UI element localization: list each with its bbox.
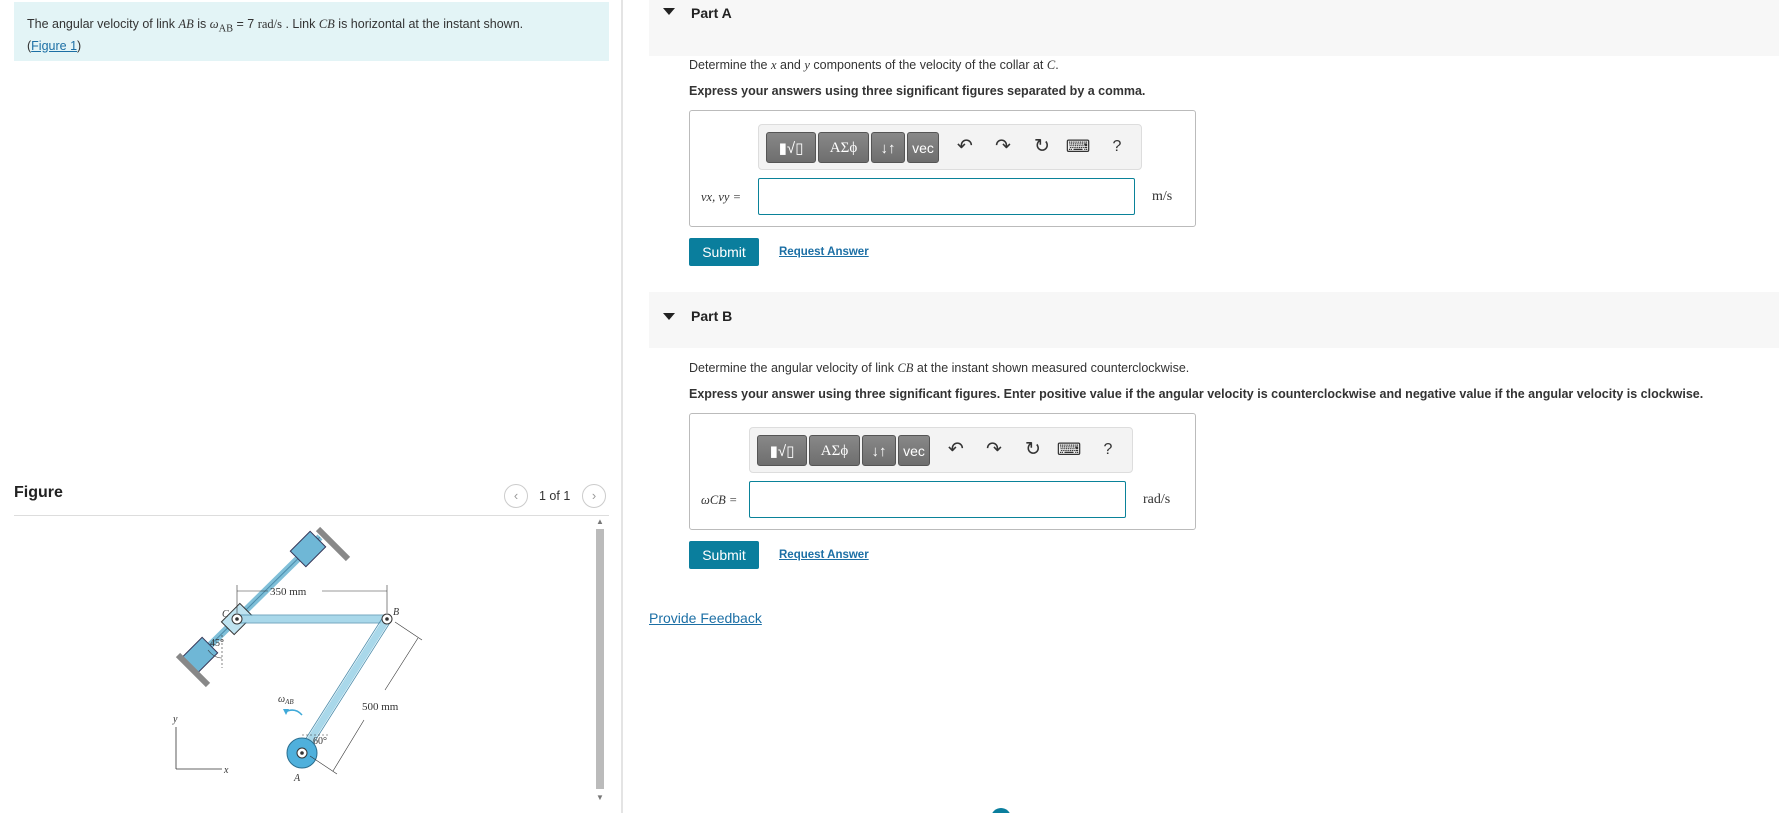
mechanism-figure: 350 mm 500 mm 45° 60° ωAB C B A y x [150,525,450,790]
part-a-math-toolbar: ▮√▯ ΑΣϕ ↓↑ vec ↶ ↷ ↻ ⌨ ? [758,124,1142,170]
part-a-request-answer-link[interactable]: Request Answer [779,246,869,258]
scroll-down-icon[interactable]: ▼ [594,793,606,803]
part-b-answer-input[interactable] [749,481,1126,518]
keyboard-icon[interactable]: ⌨ [1065,133,1091,161]
part-b-question: Determine the angular velocity of link C… [689,361,1190,375]
column-divider [621,0,623,813]
arrows-button[interactable]: ↓↑ [871,132,905,163]
part-a-header[interactable]: Part A [649,0,1779,56]
angle-45-label: 45° [210,638,224,649]
part-a-variable-label: vx, vy = [701,190,742,204]
part-b-header[interactable]: Part B [649,292,1779,348]
arrows-button[interactable]: ↓↑ [862,435,896,466]
dim-350-label: 350 mm [270,586,307,598]
part-b-unit: rad/s [1143,492,1171,507]
part-b-submit-button[interactable]: Submit [689,541,759,569]
caret-down-icon[interactable] [663,8,675,15]
help-icon[interactable]: ? [1095,436,1121,464]
caret-down-icon[interactable] [663,313,675,320]
reset-icon[interactable]: ↻ [1029,133,1055,161]
part-a-submit-button[interactable]: Submit [689,238,759,266]
provide-feedback-link[interactable]: Provide Feedback [649,610,762,626]
part-a-question: Determine the x and y components of the … [689,58,1059,72]
bottom-partial-element [991,808,1011,813]
point-a-label: A [293,773,301,784]
link-ab [299,617,390,755]
dim-500-label: 500 mm [362,701,399,713]
point-b-label: B [393,607,399,618]
part-b-math-toolbar: ▮√▯ ΑΣϕ ↓↑ vec ↶ ↷ ↻ ⌨ ? [749,427,1133,473]
figure-scrollbar[interactable]: ▲ ▼ [594,517,606,803]
scroll-up-icon[interactable]: ▲ [594,517,606,527]
redo-icon[interactable]: ↷ [990,133,1016,161]
vec-button[interactable]: vec [898,435,930,466]
redo-icon[interactable]: ↷ [981,436,1007,464]
part-a-instruction: Express your answers using three signifi… [689,84,1146,98]
point-c-label: C [222,609,229,620]
figure-link[interactable]: Figure 1 [31,39,77,53]
part-b-title: Part B [691,308,733,324]
omega-ab-label: ωAB [278,694,294,706]
reset-icon[interactable]: ↻ [1020,436,1046,464]
help-icon[interactable]: ? [1104,133,1130,161]
axis-y-label: y [172,714,178,725]
part-b-instruction: Express your answer using three signific… [689,387,1704,401]
angle-60-label: 60° [313,736,327,747]
templates-button[interactable]: ▮√▯ [757,435,807,466]
greek-button[interactable]: ΑΣϕ [818,132,869,163]
part-a-title: Part A [691,5,732,21]
part-a-answer-input[interactable] [758,178,1135,215]
axis-x-label: x [223,765,229,776]
mechanism-diagram: 350 mm 500 mm 45° 60° ωAB C B A y x [172,526,423,784]
undo-icon[interactable]: ↶ [952,133,978,161]
undo-icon[interactable]: ↶ [943,436,969,464]
vec-button[interactable]: vec [907,132,939,163]
part-b-answer-box: ▮√▯ ΑΣϕ ↓↑ vec ↶ ↷ ↻ ⌨ ? ωCB = rad/s [689,413,1196,530]
part-b-request-answer-link[interactable]: Request Answer [779,549,869,561]
figure-title: Figure [14,484,63,501]
keyboard-icon[interactable]: ⌨ [1056,436,1082,464]
next-figure-button[interactable]: › [582,484,606,508]
previous-figure-button[interactable]: ‹ [504,484,528,508]
scroll-thumb[interactable] [596,529,604,789]
templates-button[interactable]: ▮√▯ [766,132,816,163]
part-a-unit: m/s [1152,189,1173,204]
figure-header: Figure ‹ 1 of 1 › [14,480,609,516]
figure-pager: 1 of 1 [539,489,571,503]
part-b-variable-label: ωCB = [701,493,738,507]
problem-panel: The angular velocity of link AB is ωAB =… [0,0,622,813]
parts-panel: Part A Determine the x and y components … [649,0,1779,813]
greek-button[interactable]: ΑΣϕ [809,435,860,466]
problem-statement: The angular velocity of link AB is ωAB =… [14,2,609,61]
part-a-answer-box: ▮√▯ ΑΣϕ ↓↑ vec ↶ ↷ ↻ ⌨ ? vx, vy = m/s [689,110,1196,227]
